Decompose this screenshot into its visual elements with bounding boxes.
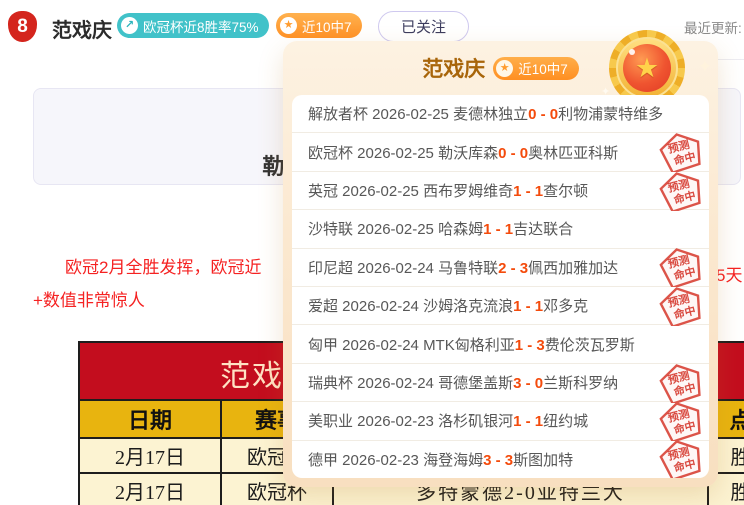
recent-hits-badge-label: 近10中7 [302, 16, 352, 36]
prediction-record-row[interactable]: 印尼超 2026-02-24 马鲁特联2 - 3佩西加雅加达 预测 命中 [292, 249, 709, 287]
star-icon: ★ [496, 60, 513, 77]
prediction-hit-stamp-icon: 预测 命中 [659, 363, 703, 403]
record-text: 瑞典杯 2026-02-24 哥德堡盖斯3 - 0兰斯科罗纳 [308, 372, 618, 393]
promo-text-line1: 欧冠2月全胜发挥，欧冠近 [65, 253, 261, 278]
win-rate-badge: ↗ 欧冠杯近8胜率75% [117, 13, 269, 38]
record-text: 沙特联 2026-02-25 哈森姆1 - 1吉达联合 [308, 218, 573, 239]
prediction-record-list: 解放者杯 2026-02-25 麦德林独立0 - 0利物浦蒙特维多 欧冠杯 20… [292, 95, 709, 478]
cell-date: 2月17日 [80, 437, 220, 472]
expert-name: 范戏庆 [52, 14, 112, 43]
promo-text-line1-tail: 5天 [716, 261, 742, 286]
record-text: 德甲 2026-02-23 海登海姆3 - 3斯图加特 [308, 449, 573, 470]
record-text: 美职业 2026-02-23 洛杉矶银河1 - 1纽约城 [308, 410, 588, 431]
prediction-record-popup: 范戏庆 ★ 近10中7 ★ ✦ ✦ 解放者杯 2026-02-25 麦德林独立0… [283, 41, 718, 487]
record-text: 欧冠杯 2026-02-25 勒沃库森0 - 0奥林匹亚科斯 [308, 142, 618, 163]
prediction-record-row[interactable]: 美职业 2026-02-23 洛杉矶银河1 - 1纽约城 预测 命中 [292, 402, 709, 440]
record-text: 匈甲 2026-02-24 MTK匈格利亚1 - 3费伦茨瓦罗斯 [308, 334, 635, 355]
prediction-hit-stamp-icon: 预测 命中 [659, 171, 703, 211]
popup-recent-hits-badge: ★ 近10中7 [493, 57, 579, 80]
prediction-record-row[interactable]: 匈甲 2026-02-24 MTK匈格利亚1 - 3费伦茨瓦罗斯 [292, 325, 709, 363]
prediction-hit-stamp-icon: 预测 命中 [659, 132, 703, 172]
sparkle-icon: ✦ [698, 57, 712, 77]
last-update-label: 最近更新: [684, 17, 742, 37]
prediction-record-row[interactable]: 爱超 2026-02-24 沙姆洛克流浪1 - 1邓多克 预测 命中 [292, 287, 709, 325]
record-text: 印尼超 2026-02-24 马鲁特联2 - 3佩西加雅加达 [308, 257, 618, 278]
prediction-hit-stamp-icon: 预测 命中 [659, 439, 703, 478]
record-text: 爱超 2026-02-24 沙姆洛克流浪1 - 1邓多克 [308, 295, 588, 316]
star-icon: ★ [280, 17, 297, 34]
prediction-record-row[interactable]: 德甲 2026-02-23 海登海姆3 - 3斯图加特 预测 命中 [292, 441, 709, 478]
prediction-hit-stamp-icon: 预测 命中 [659, 247, 703, 287]
prediction-record-row[interactable]: 英冠 2026-02-25 西布罗姆维奇1 - 1查尔顿 预测 命中 [292, 172, 709, 210]
followed-button[interactable]: 已关注 [378, 11, 469, 42]
screen: 8 范戏庆 ↗ 欧冠杯近8胜率75% ★ 近10中7 已关注 最近更新: 勒沃库… [0, 0, 744, 505]
header-date: 日期 [80, 399, 220, 437]
prediction-hit-stamp-icon: 预测 命中 [659, 401, 703, 441]
medal-star-icon: ★ [635, 53, 659, 84]
prediction-record-row[interactable]: 沙特联 2026-02-25 哈森姆1 - 1吉达联合 [292, 210, 709, 248]
medal-glint [629, 49, 635, 55]
site-logo-icon: 8 [8, 11, 37, 42]
prediction-record-row[interactable]: 欧冠杯 2026-02-25 勒沃库森0 - 0奥林匹亚科斯 预测 命中 [292, 133, 709, 171]
prediction-hit-stamp-icon: 预测 命中 [659, 286, 703, 326]
prediction-record-row[interactable]: 解放者杯 2026-02-25 麦德林独立0 - 0利物浦蒙特维多 [292, 95, 709, 133]
record-text: 解放者杯 2026-02-25 麦德林独立0 - 0利物浦蒙特维多 [308, 103, 663, 124]
cell-date: 2月17日 [80, 472, 220, 505]
record-text: 英冠 2026-02-25 西布罗姆维奇1 - 1查尔顿 [308, 180, 588, 201]
popup-recent-hits-label: 近10中7 [518, 58, 568, 78]
divider [716, 59, 744, 60]
popup-expert-name: 范戏庆 [422, 53, 485, 83]
prediction-record-row[interactable]: 瑞典杯 2026-02-24 哥德堡盖斯3 - 0兰斯科罗纳 预测 命中 [292, 364, 709, 402]
recent-hits-badge: ★ 近10中7 [276, 13, 362, 38]
promo-text-line2: +数值非常惊人 [33, 286, 145, 311]
win-rate-badge-label: 欧冠杯近8胜率75% [143, 16, 259, 36]
trend-up-icon: ↗ [121, 17, 138, 34]
